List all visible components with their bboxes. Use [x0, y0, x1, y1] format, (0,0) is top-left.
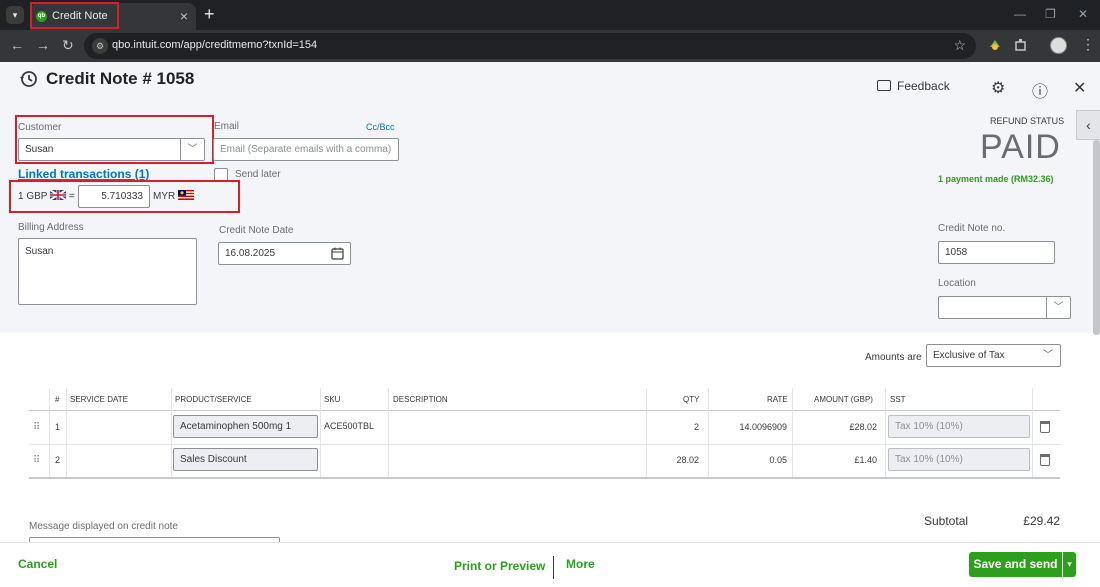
extension-icon[interactable] [988, 38, 1002, 52]
browser-chrome: ▾ qb Credit Note × + — ❐ ✕ ← → ↻ ⚙ qbo.i… [0, 0, 1100, 62]
profile-avatar[interactable] [1050, 37, 1067, 54]
chevron-down-icon[interactable]: ﹀ [1036, 345, 1060, 366]
help-icon[interactable]: ⓘ [1032, 78, 1048, 102]
maximize-icon[interactable]: ❐ [1045, 7, 1056, 21]
line-items-table: # SERVICE DATE PRODUCT/SERVICE SKU DESCR… [29, 388, 1060, 480]
qty-cell[interactable]: 28.02 [648, 455, 699, 465]
tab-close-icon[interactable]: × [180, 8, 188, 24]
browser-menu-icon[interactable]: ⋮ [1081, 36, 1095, 53]
row-num: 1 [55, 422, 61, 432]
more-button[interactable]: More [566, 557, 595, 571]
amounts-are-select[interactable]: Exclusive of Tax ﹀ [926, 344, 1061, 367]
col-header-service-date: SERVICE DATE [70, 395, 128, 404]
product-service-field[interactable]: Acetaminophen 500mg 1 [173, 415, 318, 438]
extensions-puzzle-icon[interactable] [1014, 38, 1028, 52]
customer-highlight-box [15, 115, 214, 164]
drag-handle-icon[interactable]: ⠿ [33, 455, 40, 466]
address-bar[interactable]: ⚙ qbo.intuit.com/app/creditmemo?txnId=15… [84, 33, 976, 59]
linked-transactions-link[interactable]: Linked transactions (1) [18, 167, 149, 181]
minimize-icon[interactable]: — [1014, 7, 1026, 21]
refund-status-label: REFUND STATUS [990, 116, 1065, 126]
tab-search-icon[interactable]: ▾ [6, 6, 24, 24]
calendar-icon[interactable] [331, 247, 344, 260]
credit-note-date-label: Credit Note Date [219, 225, 294, 236]
history-icon[interactable] [19, 70, 37, 88]
new-tab-icon[interactable]: + [204, 4, 215, 25]
col-header-product: PRODUCT/SERVICE [175, 395, 252, 404]
credit-note-no-field[interactable]: 1058 [938, 241, 1055, 264]
cancel-button[interactable]: Cancel [18, 557, 57, 571]
cc-bcc-link[interactable]: Cc/Bcc [366, 122, 395, 132]
product-service-field[interactable]: Sales Discount [173, 448, 318, 471]
collapse-panel-icon[interactable]: ‹ [1076, 110, 1100, 140]
email-field[interactable]: Email (Separate emails with a comma) [213, 138, 399, 161]
feedback-label: Feedback [897, 79, 950, 93]
footer-bar: Cancel Print or Preview More Save and se… [0, 542, 1100, 587]
amounts-are-label: Amounts are [865, 352, 922, 363]
rate-cell[interactable]: 14.0096909 [710, 422, 787, 432]
credit-note-no-label: Credit Note no. [938, 223, 1006, 234]
reload-icon[interactable]: ↻ [62, 37, 74, 54]
message-label: Message displayed on credit note [29, 521, 178, 532]
billing-address-field[interactable]: Susan [18, 238, 197, 305]
site-info-icon[interactable]: ⚙ [92, 38, 108, 54]
send-later-label: Send later [235, 169, 281, 180]
qty-cell[interactable]: 2 [648, 422, 699, 432]
subtotal-label: Subtotal [924, 514, 969, 528]
tab-strip: ▾ qb Credit Note × + — ❐ ✕ [0, 0, 1100, 30]
delete-row-trash-icon[interactable] [1040, 421, 1050, 433]
url-text: qbo.intuit.com/app/creditmemo?txnId=154 [112, 39, 318, 51]
row-num: 2 [55, 455, 61, 465]
scrollbar[interactable] [1093, 140, 1100, 335]
tab-highlight-box [30, 2, 119, 29]
print-preview-button[interactable]: Print or Preview [454, 559, 545, 573]
page-title: Credit Note # 1058 [46, 69, 195, 88]
col-header-num: # [55, 395, 60, 404]
feedback-button[interactable]: Feedback [877, 79, 950, 93]
save-and-send-button[interactable]: Save and send [969, 552, 1062, 577]
col-header-qty: QTY [683, 395, 700, 404]
location-select[interactable]: ﹀ [938, 296, 1071, 319]
credit-note-date-value: 16.08.2025 [225, 248, 276, 259]
save-options-chevron-icon[interactable]: ▾ [1062, 552, 1076, 577]
col-header-amount: AMOUNT (GBP) [814, 395, 873, 404]
col-header-sst: SST [890, 395, 906, 404]
close-icon[interactable]: ✕ [1073, 78, 1086, 98]
payment-made-link[interactable]: 1 payment made (RM32.36) [938, 174, 1054, 184]
feedback-icon [877, 80, 891, 91]
delete-row-trash-icon[interactable] [1040, 454, 1050, 466]
amount-cell[interactable]: £1.40 [794, 455, 877, 465]
sku-cell: ACE500TBL [324, 421, 375, 431]
billing-address-label: Billing Address [18, 222, 84, 233]
exchange-highlight-box [9, 180, 240, 213]
browser-toolbar: ← → ↻ ⚙ qbo.intuit.com/app/creditmemo?tx… [0, 30, 1100, 62]
back-icon[interactable]: ← [10, 37, 24, 53]
rate-cell[interactable]: 0.05 [710, 455, 787, 465]
tax-select[interactable]: Tax 10% (10%) [888, 415, 1030, 438]
col-header-sku: SKU [324, 395, 341, 404]
window-close-icon[interactable]: ✕ [1078, 7, 1088, 21]
chevron-down-icon[interactable]: ﹀ [1046, 297, 1070, 318]
drag-handle-icon[interactable]: ⠿ [33, 422, 40, 433]
bookmark-star-icon[interactable]: ☆ [953, 37, 966, 54]
email-label: Email [214, 121, 240, 132]
col-header-rate: RATE [767, 395, 788, 404]
amount-cell[interactable]: £28.02 [794, 422, 877, 432]
subtotal-value: £29.42 [1023, 514, 1060, 528]
location-label: Location [938, 278, 976, 289]
tax-select[interactable]: Tax 10% (10%) [888, 448, 1030, 471]
col-header-description: DESCRIPTION [393, 395, 448, 404]
amounts-are-value: Exclusive of Tax [933, 350, 1005, 361]
forward-icon[interactable]: → [36, 37, 50, 53]
settings-gear-icon[interactable]: ⚙ [991, 78, 1005, 98]
credit-note-date-field[interactable]: 16.08.2025 [218, 242, 351, 265]
refund-status-value: PAID [980, 128, 1061, 166]
